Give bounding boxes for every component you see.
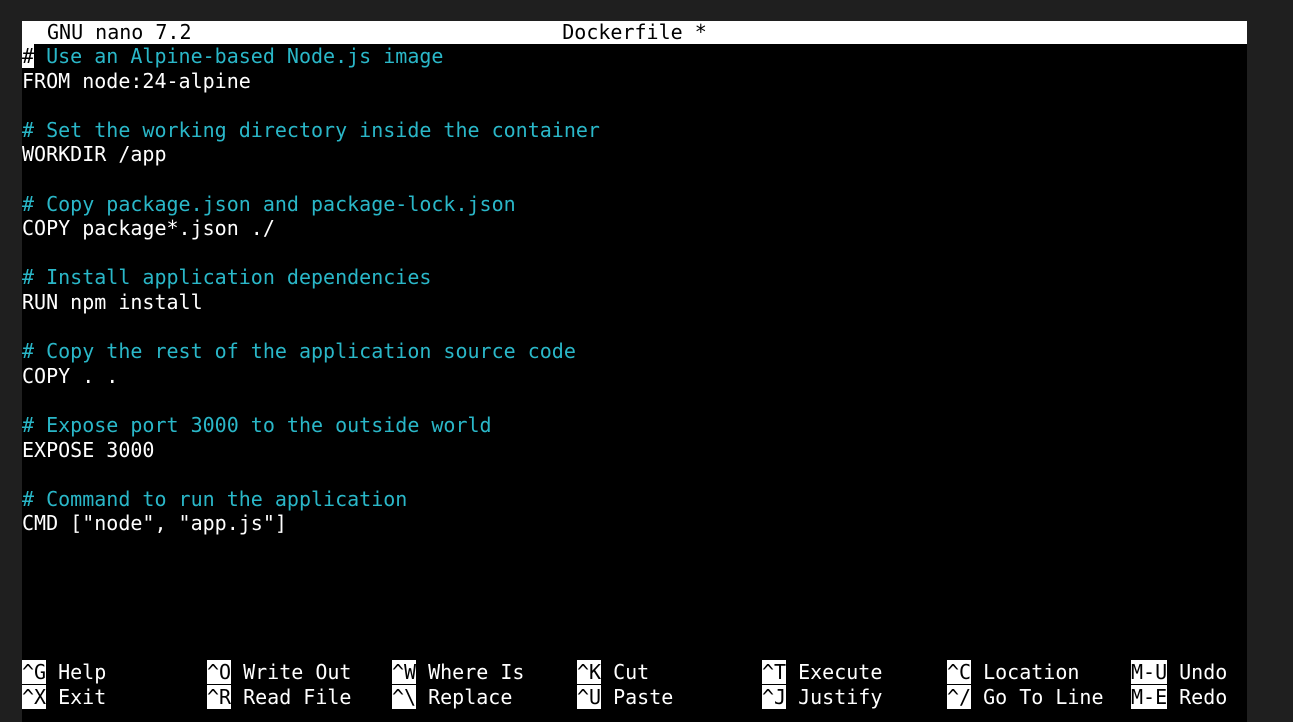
editor-line-text: Use an Alpine-based Node.js image	[34, 44, 444, 68]
shortcut-label: Paste	[613, 684, 674, 709]
shortcut-key: M-U	[1131, 660, 1168, 684]
editor-line[interactable]: COPY package*.json ./	[22, 216, 1247, 241]
text-cursor: #	[22, 44, 35, 68]
editor-line[interactable]: RUN npm install	[22, 290, 1247, 315]
shortcut-label: Undo	[1179, 660, 1228, 684]
editor-line[interactable]: # Set the working directory inside the c…	[22, 118, 1247, 143]
editor-line[interactable]: # Copy package.json and package-lock.jso…	[22, 192, 1247, 217]
editor-line[interactable]: # Use an Alpine-based Node.js image	[22, 44, 1247, 69]
shortcut-label: Cut	[613, 660, 650, 684]
shortcut-location[interactable]: ^C Location	[947, 660, 1079, 685]
shortcut-redo[interactable]: M-E Redo	[1131, 684, 1228, 710]
shortcut-key: ^R	[207, 684, 232, 709]
shortcut-label: Replace	[428, 684, 513, 709]
editor-text-area[interactable]: # Use an Alpine-based Node.js image FROM…	[22, 44, 1247, 536]
shortcut-write-out[interactable]: ^O Write Out	[207, 660, 351, 685]
shortcut-label: Justify	[798, 684, 883, 709]
shortcut-key: ^/	[947, 684, 972, 709]
shortcut-go-to-line[interactable]: ^/ Go To Line	[947, 684, 1104, 710]
shortcut-label: Read File	[243, 684, 352, 709]
shortcut-key: ^\	[392, 684, 417, 709]
shortcut-replace[interactable]: ^\ Replace	[392, 684, 513, 710]
editor-line[interactable]: # Copy the rest of the application sourc…	[22, 339, 1247, 364]
title-bar: GNU nano 7.2 Dockerfile *	[22, 21, 1247, 44]
shortcut-cut[interactable]: ^K Cut	[577, 660, 649, 685]
editor-line[interactable]: # Expose port 3000 to the outside world	[22, 413, 1247, 438]
editor-line[interactable]: COPY . .	[22, 364, 1247, 389]
shortcut-paste[interactable]: ^U Paste	[577, 684, 674, 710]
editor-line[interactable]: EXPOSE 3000	[22, 438, 1247, 463]
editor-line[interactable]: FROM node:24-alpine	[22, 69, 1247, 94]
editor-line[interactable]	[22, 241, 1247, 266]
shortcut-key: ^T	[762, 660, 787, 684]
shortcut-label: Exit	[58, 684, 107, 709]
shortcut-key: ^C	[947, 660, 972, 684]
editor-line[interactable]: # Install application dependencies	[22, 265, 1247, 290]
file-name: Dockerfile *	[562, 21, 707, 44]
shortcut-row: ^X Exit ^R Read File ^\ Replace ^U Paste ^J J…	[22, 684, 1247, 710]
shortcut-label: Execute	[798, 660, 883, 684]
shortcut-where-is[interactable]: ^W Where Is	[392, 660, 524, 685]
shortcut-justify[interactable]: ^J Justify	[762, 684, 883, 710]
shortcut-key: ^U	[577, 684, 602, 709]
shortcut-key: ^K	[577, 660, 602, 684]
terminal-window: GNU nano 7.2 Dockerfile * # Use an Alpin…	[22, 21, 1247, 722]
shortcut-key: M-E	[1131, 684, 1168, 709]
shortcut-exit[interactable]: ^X Exit	[22, 684, 107, 710]
shortcut-bar: ^G Help ^O Write Out ^W Where Is ^K Cut ^T Ex…	[22, 660, 1247, 709]
shortcut-help[interactable]: ^G Help	[22, 660, 106, 685]
shortcut-label: Redo	[1179, 684, 1228, 709]
shortcut-label: Location	[983, 660, 1080, 684]
editor-line[interactable]	[22, 167, 1247, 192]
editor-line[interactable]: # Command to run the application	[22, 487, 1247, 512]
shortcut-label: Write Out	[243, 660, 352, 684]
app-version: GNU nano 7.2	[47, 21, 192, 44]
shortcut-key: ^J	[762, 684, 787, 709]
shortcut-execute[interactable]: ^T Execute	[762, 660, 882, 685]
shortcut-key: ^O	[207, 660, 232, 684]
shortcut-label: Where Is	[428, 660, 525, 684]
editor-line[interactable]	[22, 388, 1247, 413]
shortcut-key: ^G	[22, 660, 47, 684]
shortcut-read-file[interactable]: ^R Read File	[207, 684, 352, 710]
shortcut-label: Go To Line	[983, 684, 1104, 709]
editor-line[interactable]	[22, 462, 1247, 487]
shortcut-row: ^G Help ^O Write Out ^W Where Is ^K Cut ^T Ex…	[22, 660, 1247, 685]
editor-line[interactable]: WORKDIR /app	[22, 142, 1247, 167]
shortcut-label: Help	[58, 660, 107, 684]
editor-line[interactable]: CMD ["node", "app.js"]	[22, 511, 1247, 536]
editor-line[interactable]	[22, 93, 1247, 118]
shortcut-key: ^X	[22, 684, 47, 709]
shortcut-undo[interactable]: M-U Undo	[1131, 660, 1227, 685]
shortcut-key: ^W	[392, 660, 417, 684]
editor-line[interactable]	[22, 315, 1247, 340]
